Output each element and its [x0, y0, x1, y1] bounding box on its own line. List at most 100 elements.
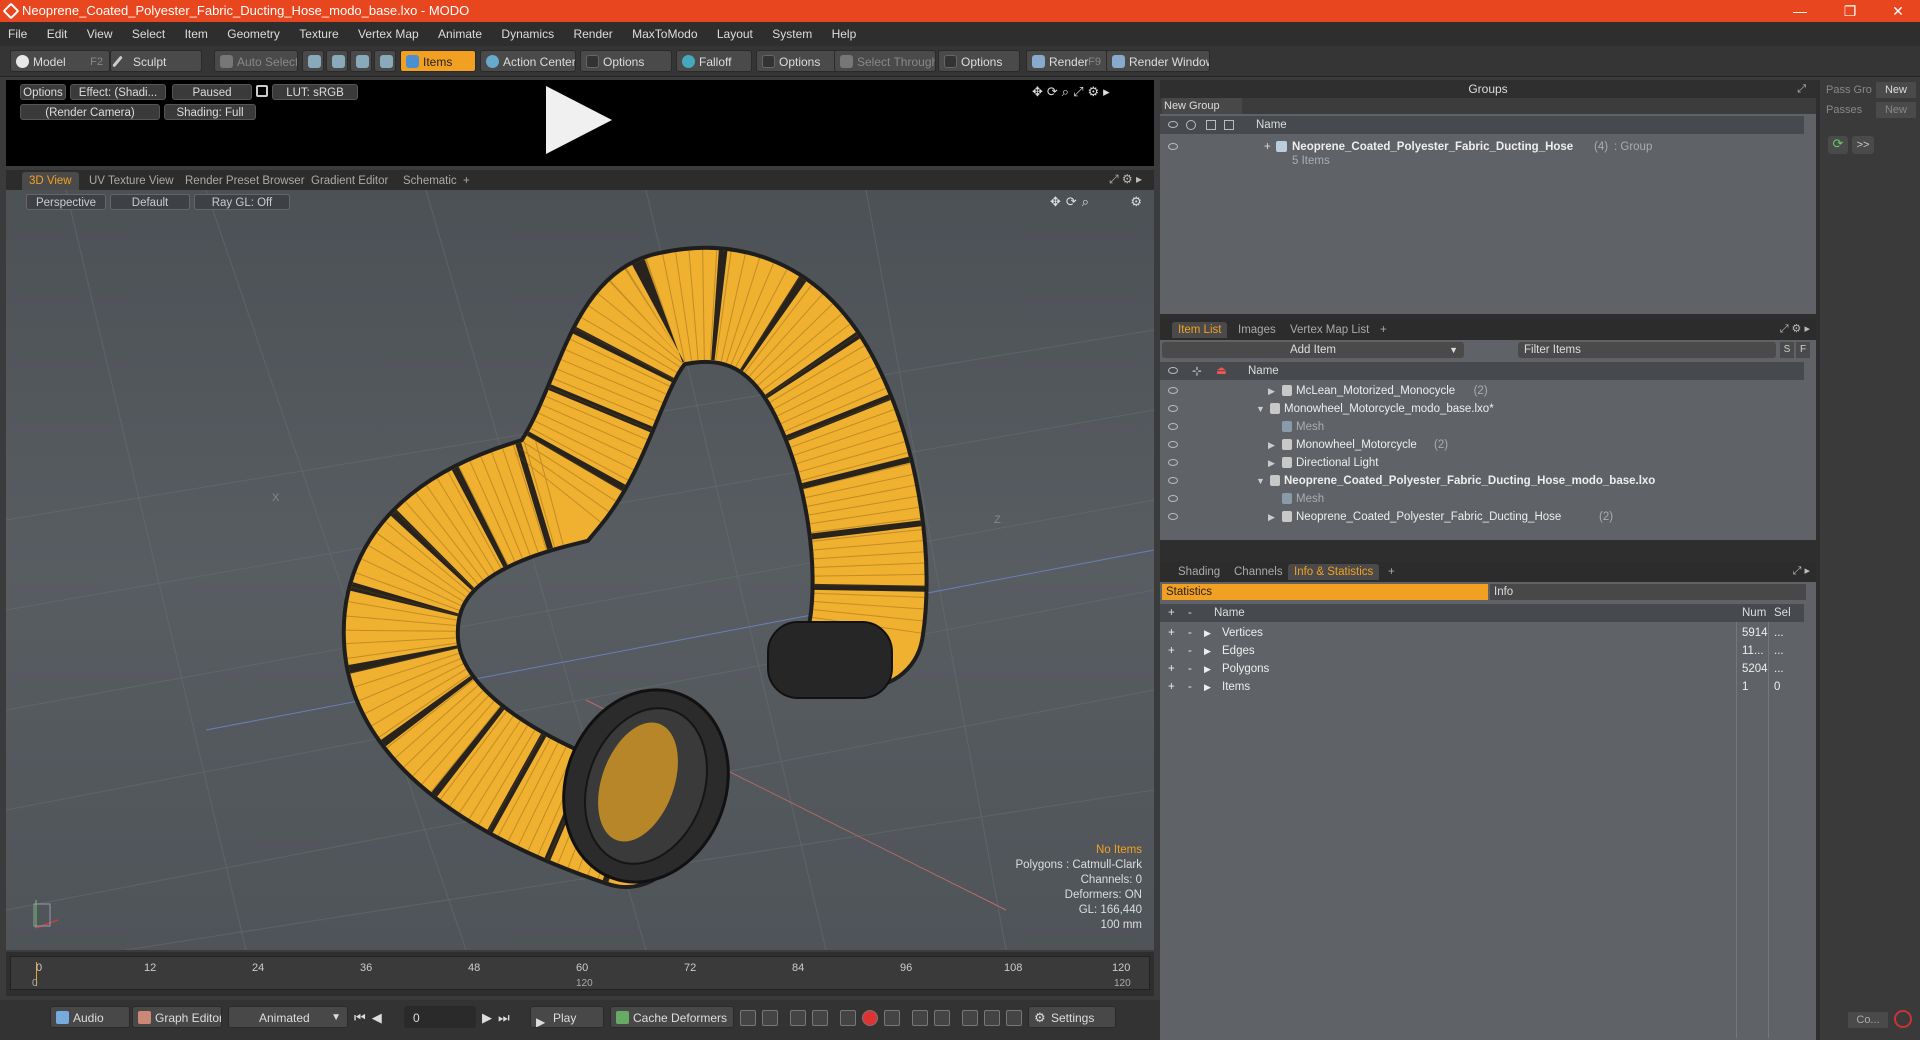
tab-shading[interactable]: Shading: [1172, 564, 1226, 580]
animated-dropdown[interactable]: Animated ▼: [228, 1006, 348, 1028]
menu-animate[interactable]: Animate: [430, 22, 490, 46]
item-row[interactable]: ▶ Neoprene_Coated_Polyester_Fabric_Ductin…: [1160, 508, 1804, 526]
item-row[interactable]: ▼ Monowheel_Motorcycle_modo_base.lxo*: [1160, 400, 1804, 418]
groups-expand-icon[interactable]: ⤢: [1797, 80, 1806, 98]
menu-texture[interactable]: Texture: [291, 22, 346, 46]
stats-expand-icon[interactable]: ⤢ ▸: [1793, 564, 1810, 578]
tab-images[interactable]: Images: [1232, 322, 1282, 338]
visibility-eye-icon[interactable]: [1168, 367, 1178, 374]
action-center-button[interactable]: Action Center: [480, 50, 576, 72]
key-icon-2[interactable]: [762, 1010, 778, 1026]
stat-row[interactable]: + - ▶ Vertices 5914...: [1160, 624, 1804, 642]
play-button[interactable]: ▶ Play: [530, 1006, 604, 1028]
visibility-eye-icon[interactable]: [1168, 387, 1178, 394]
item-row[interactable]: Mesh: [1160, 418, 1804, 436]
options-button-1[interactable]: Options: [580, 50, 672, 72]
visibility-eye-icon[interactable]: [1168, 513, 1178, 520]
menu-dynamics[interactable]: Dynamics: [493, 22, 562, 46]
lock-column-icon[interactable]: [1206, 120, 1216, 130]
filter-items-input[interactable]: Filter Items: [1518, 342, 1776, 358]
f-filter-button[interactable]: F: [1796, 342, 1810, 358]
viewport-settings-icon[interactable]: ⚙: [1130, 194, 1142, 210]
edges-mode-button[interactable]: [326, 50, 348, 72]
item-row[interactable]: ▶ Directional Light: [1160, 454, 1804, 472]
visibility-eye-icon[interactable]: [1168, 423, 1178, 430]
prev-keyframe-icon[interactable]: [912, 1010, 928, 1026]
visibility-eye-icon[interactable]: [1168, 405, 1178, 412]
key-icon-1[interactable]: [740, 1010, 756, 1026]
menu-system[interactable]: System: [764, 22, 820, 46]
visibility-eye-icon[interactable]: [1168, 441, 1178, 448]
add-tab-button[interactable]: +: [1374, 322, 1393, 338]
statistics-tab[interactable]: Statistics: [1162, 584, 1488, 600]
expand-plus-icon[interactable]: +: [1264, 138, 1271, 156]
expand-arrow-icon[interactable]: ▼: [1256, 472, 1265, 490]
render-button[interactable]: Render F9: [1026, 50, 1108, 72]
expand-plus-icon[interactable]: +: [1168, 660, 1175, 678]
3d-viewport[interactable]: Perspective Default Ray GL: Off ✥⟳⌕ ⚙ X …: [6, 190, 1154, 950]
stop-icon[interactable]: [1894, 1010, 1912, 1028]
tab-channels[interactable]: Channels: [1228, 564, 1289, 580]
expand-arrow-icon[interactable]: ▶: [1268, 436, 1275, 454]
key-options-icon-1[interactable]: [962, 1010, 978, 1026]
close-button[interactable]: ✕: [1878, 0, 1918, 22]
group-row[interactable]: + Neoprene_Coated_Polyester_Fabric_Ducti…: [1160, 138, 1804, 156]
render-column-icon[interactable]: ⏏: [1216, 362, 1227, 380]
skip-back-icons[interactable]: ⏮◀: [354, 1010, 388, 1026]
stat-row[interactable]: + - ▶ Polygons 5204...: [1160, 660, 1804, 678]
skip-forward-icons[interactable]: ▶⏭: [482, 1010, 516, 1026]
minimize-button[interactable]: —: [1780, 0, 1820, 22]
collapse-all-icon[interactable]: -: [1188, 604, 1192, 622]
expand-arrow-icon[interactable]: ▼: [1256, 400, 1265, 418]
add-tab-button[interactable]: +: [1382, 564, 1401, 580]
menu-edit[interactable]: Edit: [39, 22, 76, 46]
collapse-minus-icon[interactable]: -: [1188, 660, 1192, 678]
ducting-hose-mesh[interactable]: [341, 245, 929, 906]
menu-item[interactable]: Item: [177, 22, 216, 46]
shading-dropdown[interactable]: Shading: Full: [164, 104, 256, 120]
menu-vertex-map[interactable]: Vertex Map: [350, 22, 427, 46]
expand-all-icon[interactable]: +: [1168, 604, 1175, 622]
key-options-icon-3[interactable]: [1006, 1010, 1022, 1026]
tab-3d-view[interactable]: 3D View: [22, 172, 79, 190]
menu-help[interactable]: Help: [824, 22, 865, 46]
set-key-icon[interactable]: [840, 1010, 856, 1026]
item-row[interactable]: ▶ Monowheel_Motorcycle (2): [1160, 436, 1804, 454]
materials-mode-button[interactable]: [374, 50, 396, 72]
next-key-icon[interactable]: [812, 1010, 828, 1026]
expand-arrow-icon[interactable]: ▶: [1268, 508, 1275, 526]
item-row[interactable]: Mesh: [1160, 490, 1804, 508]
options-button-3[interactable]: Options: [938, 50, 1020, 72]
expand-plus-icon[interactable]: +: [1168, 678, 1175, 696]
render-icon[interactable]: [1186, 120, 1196, 130]
tab-uv-texture-view[interactable]: UV Texture View: [82, 172, 181, 190]
camera-dropdown[interactable]: (Render Camera): [20, 104, 160, 120]
model-mode-button[interactable]: Model F2: [10, 50, 110, 72]
s-filter-button[interactable]: S: [1780, 342, 1794, 358]
co-button[interactable]: Co...: [1848, 1012, 1888, 1028]
info-tab[interactable]: Info: [1490, 584, 1806, 600]
viewport-navigation-icon[interactable]: ✥⟳⌕: [1050, 194, 1094, 210]
stat-row[interactable]: + - ▶ Edges 11......: [1160, 642, 1804, 660]
perspective-dropdown[interactable]: Perspective: [26, 194, 106, 210]
visibility-eye-icon[interactable]: [1168, 143, 1178, 150]
maximize-button[interactable]: ❐: [1830, 0, 1870, 22]
lock-column-icon[interactable]: ⊹: [1192, 362, 1202, 380]
next-keyframe-icon[interactable]: [934, 1010, 950, 1026]
collapse-minus-icon[interactable]: -: [1188, 624, 1192, 642]
expand-arrow-icon[interactable]: ▶: [1204, 660, 1211, 678]
record-icon[interactable]: [862, 1010, 878, 1026]
tab-expand-icon[interactable]: ⤢ ⚙ ▸: [1109, 172, 1142, 187]
expand-arrow-icon[interactable]: ▶: [1268, 454, 1275, 472]
timeline[interactable]: 0 12 24 36 48 60 72 84 96 108 120 0 120 …: [6, 952, 1154, 996]
expand-arrow-icon[interactable]: ▶: [1268, 382, 1275, 400]
expand-arrow-icon[interactable]: ▶: [1204, 678, 1211, 696]
tab-schematic[interactable]: Schematic: [396, 172, 464, 190]
settings-button[interactable]: ⚙ Settings: [1028, 1006, 1116, 1028]
menu-geometry[interactable]: Geometry: [219, 22, 288, 46]
menu-select[interactable]: Select: [124, 22, 173, 46]
add-item-button[interactable]: Add Item ▼: [1162, 342, 1464, 358]
expand-arrow-icon[interactable]: ▶: [1204, 624, 1211, 642]
falloff-button[interactable]: Falloff: [676, 50, 752, 72]
select-through-button[interactable]: Select Through: [834, 50, 936, 72]
